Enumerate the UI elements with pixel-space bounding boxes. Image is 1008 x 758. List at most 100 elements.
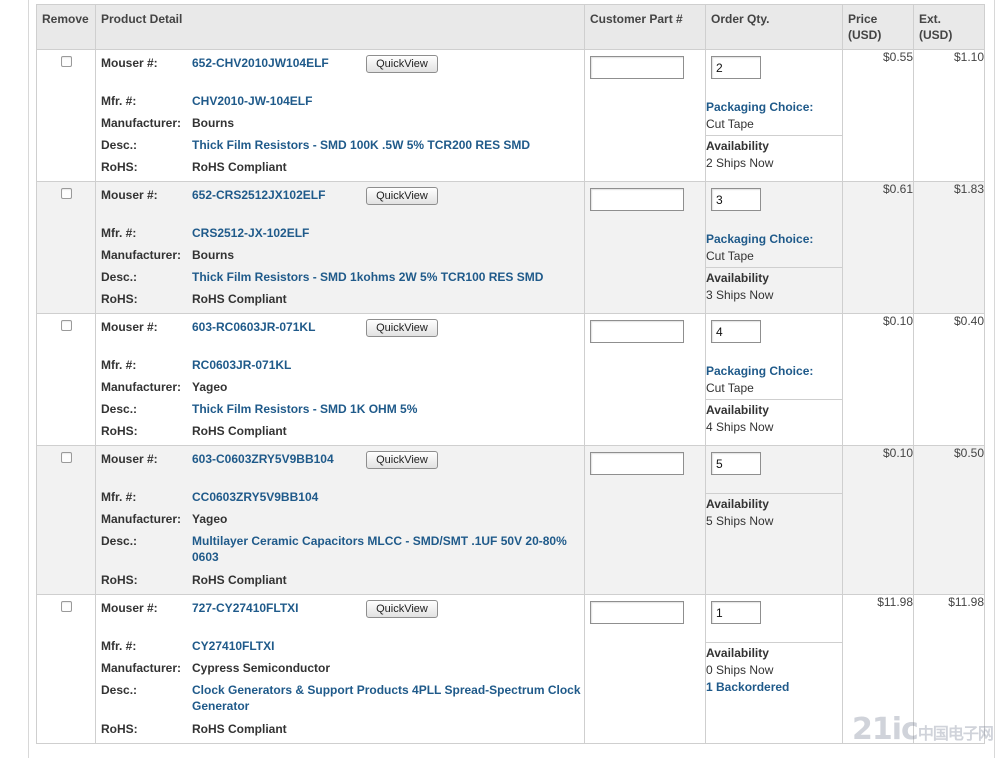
remove-checkbox[interactable] <box>60 452 72 463</box>
price-cell: $0.61 <box>842 181 914 314</box>
col-product-detail-label: Product Detail <box>101 12 183 26</box>
desc-link[interactable]: Thick Film Resistors - SMD 1K OHM 5% <box>192 401 582 417</box>
mouser-label: Mouser #: <box>101 188 158 202</box>
order-qty-cell: Availability 5 Ships Now <box>705 445 843 595</box>
table-row: Mouser #: 727-CY27410FLTXI QuickView Mfr. … <box>36 594 985 744</box>
ext-cell: $0.50 <box>913 445 985 595</box>
table-row: Mouser #: 652-CHV2010JW104ELF QuickView Mf… <box>36 49 985 182</box>
cart-header-row: Remove Product Detail Customer Part # Or… <box>36 4 985 50</box>
desc-link[interactable]: Multilayer Ceramic Capacitors MLCC - SMD… <box>192 533 582 565</box>
ext-cell: $1.83 <box>913 181 985 314</box>
remove-checkbox[interactable] <box>60 320 72 331</box>
watermark-main: 21ic <box>852 712 919 747</box>
manufacturer-value: Bourns <box>192 116 234 130</box>
unit-price: $0.61 <box>882 182 913 196</box>
mouser-label: Mouser #: <box>101 452 158 466</box>
col-price-label: Price <box>848 12 878 26</box>
mfr-part-link[interactable]: CC0603ZRY5V9BB104 <box>192 489 582 505</box>
col-ext-header: Ext. (USD) <box>913 4 985 50</box>
mouser-label: Mouser #: <box>101 320 158 334</box>
product-detail-cell: Mouser #: 603-RC0603JR-071KL QuickView Mfr… <box>95 313 585 446</box>
unit-price: $11.98 <box>877 595 913 609</box>
rohs-label: RoHS: <box>101 722 138 736</box>
quickview-button[interactable]: QuickView <box>366 451 438 469</box>
qty-input[interactable] <box>711 452 761 475</box>
availability-value: 3 Ships Now <box>706 288 774 302</box>
table-row: Mouser #: 603-C0603ZRY5V9BB104 QuickView M… <box>36 445 985 595</box>
availability-value: 5 Ships Now <box>706 514 774 528</box>
rohs-value: RoHS Compliant <box>192 160 287 174</box>
manufacturer-label: Manufacturer: <box>101 380 182 394</box>
quickview-button[interactable]: QuickView <box>366 187 438 205</box>
quickview-button[interactable]: QuickView <box>366 319 438 337</box>
remove-checkbox[interactable] <box>60 188 72 199</box>
desc-label: Desc.: <box>101 683 138 697</box>
availability-label: Availability <box>706 271 769 285</box>
col-ext-label: Ext. <box>919 12 942 26</box>
manufacturer-label: Manufacturer: <box>101 116 182 130</box>
unit-price: $0.55 <box>882 50 913 64</box>
manufacturer-label: Manufacturer: <box>101 661 182 675</box>
col-customer-part-label: Customer Part # <box>590 12 683 26</box>
price-cell: $0.55 <box>842 49 914 182</box>
mouser-label: Mouser #: <box>101 56 158 70</box>
customer-part-input[interactable] <box>590 188 684 211</box>
desc-label: Desc.: <box>101 270 138 284</box>
remove-checkbox[interactable] <box>60 56 72 67</box>
remove-cell <box>36 49 96 182</box>
availability-value: 2 Ships Now <box>706 156 774 170</box>
packaging-value: Cut Tape <box>706 381 754 395</box>
manufacturer-value: Cypress Semiconductor <box>192 661 331 675</box>
customer-part-input[interactable] <box>590 320 684 343</box>
table-row: Mouser #: 603-RC0603JR-071KL QuickView Mfr… <box>36 313 985 446</box>
packaging-choice-link[interactable]: Packaging Choice: <box>706 231 842 248</box>
rohs-label: RoHS: <box>101 160 138 174</box>
col-price-unit: (USD) <box>848 28 882 42</box>
packaging-choice-link[interactable]: Packaging Choice: <box>706 363 842 380</box>
ext-price: $0.50 <box>953 446 984 460</box>
desc-link[interactable]: Thick Film Resistors - SMD 100K .5W 5% T… <box>192 137 582 153</box>
availability-block: Availability 2 Ships Now <box>706 135 842 174</box>
quickview-button[interactable]: QuickView <box>366 600 438 618</box>
col-price-header: Price (USD) <box>842 4 914 50</box>
col-product-detail-header: Product Detail <box>95 4 585 50</box>
customer-part-input[interactable] <box>590 601 684 624</box>
product-detail-cell: Mouser #: 727-CY27410FLTXI QuickView Mfr. … <box>95 594 585 744</box>
availability-block: Availability 3 Ships Now <box>706 267 842 306</box>
customer-part-input[interactable] <box>590 56 684 79</box>
qty-input[interactable] <box>711 56 761 79</box>
ext-price: $1.10 <box>953 50 984 64</box>
backordered-link[interactable]: 1 Backordered <box>706 680 789 694</box>
rohs-value: RoHS Compliant <box>192 424 287 438</box>
rohs-label: RoHS: <box>101 573 138 587</box>
desc-label: Desc.: <box>101 402 138 416</box>
manufacturer-label: Manufacturer: <box>101 248 182 262</box>
qty-input[interactable] <box>711 188 761 211</box>
packaging-choice-link[interactable]: Packaging Choice: <box>706 99 842 116</box>
mfr-part-link[interactable]: CY27410FLTXI <box>192 638 582 654</box>
mfr-part-link[interactable]: RC0603JR-071KL <box>192 357 582 373</box>
col-ext-unit: (USD) <box>919 28 953 42</box>
packaging-value: Cut Tape <box>706 249 754 263</box>
mfr-label: Mfr. #: <box>101 358 137 372</box>
remove-checkbox[interactable] <box>60 601 72 612</box>
ext-cell: $1.10 <box>913 49 985 182</box>
price-cell: $0.10 <box>842 313 914 446</box>
mfr-part-link[interactable]: CHV2010-JW-104ELF <box>192 93 582 109</box>
desc-link[interactable]: Thick Film Resistors - SMD 1kohms 2W 5% … <box>192 269 582 285</box>
qty-input[interactable] <box>711 320 761 343</box>
watermark-logo: 21ic中国电子网 <box>852 712 994 747</box>
quickview-button[interactable]: QuickView <box>366 55 438 73</box>
packaging-block: Packaging Choice: Cut Tape <box>706 97 842 135</box>
ext-price: $0.40 <box>953 314 984 328</box>
qty-input[interactable] <box>711 601 761 624</box>
packaging-block: Packaging Choice: Cut Tape <box>706 229 842 267</box>
mfr-part-link[interactable]: CRS2512-JX-102ELF <box>192 225 582 241</box>
watermark-sub: 中国电子网 <box>917 724 994 743</box>
manufacturer-value: Bourns <box>192 248 234 262</box>
availability-label: Availability <box>706 646 769 660</box>
unit-price: $0.10 <box>882 446 913 460</box>
desc-link[interactable]: Clock Generators & Support Products 4PLL… <box>192 682 582 714</box>
manufacturer-value: Yageo <box>192 380 228 394</box>
customer-part-input[interactable] <box>590 452 684 475</box>
